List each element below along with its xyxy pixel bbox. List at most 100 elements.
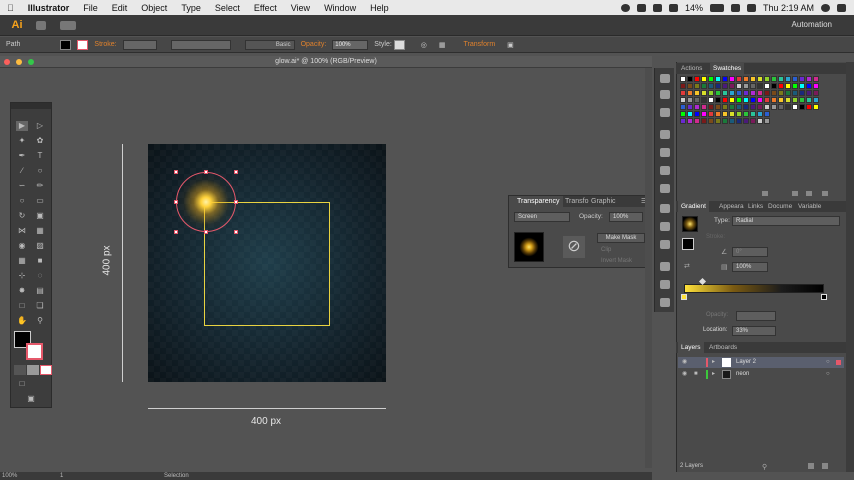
gradient-location-field[interactable]: 33% — [732, 326, 776, 336]
perspective-grid-tool-icon[interactable]: ▨ — [34, 241, 46, 251]
color-swatch[interactable] — [764, 104, 770, 110]
color-swatch[interactable] — [715, 97, 721, 103]
selection-handle[interactable] — [234, 230, 238, 234]
object-thumbnail[interactable] — [514, 232, 544, 262]
menu-view[interactable]: View — [284, 3, 317, 13]
clock[interactable]: Thu 2:19 AM — [763, 3, 814, 13]
color-swatch[interactable] — [771, 83, 777, 89]
opentype-panel-icon[interactable] — [660, 298, 670, 307]
hand-tool-icon[interactable]: ✋ — [16, 316, 28, 326]
color-mode-icon[interactable] — [14, 365, 26, 375]
color-swatch[interactable] — [701, 111, 707, 117]
pathfinder-panel-icon[interactable] — [660, 240, 670, 249]
menu-object[interactable]: Object — [134, 3, 174, 13]
tools-panel-header[interactable] — [11, 103, 51, 109]
isolate-icon[interactable]: ▣ — [507, 41, 514, 49]
color-swatch[interactable] — [680, 76, 686, 82]
color-swatch[interactable] — [729, 118, 735, 124]
color-swatch[interactable] — [764, 83, 770, 89]
menu-edit[interactable]: Edit — [105, 3, 135, 13]
color-swatch[interactable] — [764, 97, 770, 103]
layer-row-layer-2[interactable]: ◉ ▸ Layer 2 ○ — [678, 357, 844, 368]
shape-builder-tool-icon[interactable]: ◉ — [16, 241, 28, 251]
color-swatch[interactable] — [708, 90, 714, 96]
color-swatch[interactable] — [771, 76, 777, 82]
color-swatch[interactable] — [708, 104, 714, 110]
gradient-stop-black[interactable] — [821, 294, 827, 300]
current-tool-status[interactable]: Selection — [164, 472, 189, 480]
color-swatch[interactable] — [799, 104, 805, 110]
visibility-eye-icon[interactable]: ◉ — [682, 357, 687, 368]
gradient-type-dropdown[interactable]: Radial — [732, 216, 840, 226]
color-swatch[interactable] — [764, 76, 770, 82]
color-swatch[interactable] — [750, 83, 756, 89]
color-swatch[interactable] — [743, 90, 749, 96]
symbols-panel-icon[interactable] — [660, 130, 670, 139]
blend-tool-icon[interactable]: ◌ — [34, 271, 46, 281]
color-swatch[interactable] — [701, 83, 707, 89]
arrange-documents-icon[interactable] — [60, 21, 76, 30]
color-swatch[interactable] — [715, 90, 721, 96]
color-swatch[interactable] — [736, 83, 742, 89]
color-swatch[interactable] — [743, 76, 749, 82]
locate-object-icon[interactable]: ⚲ — [762, 463, 767, 471]
color-swatch[interactable] — [750, 90, 756, 96]
zoom-level[interactable]: 100% — [2, 472, 17, 480]
spotlight-icon[interactable] — [821, 3, 830, 12]
swatch-library-icon[interactable] — [762, 191, 768, 196]
recolor-icon[interactable]: ◎ — [421, 41, 427, 49]
rotate-tool-icon[interactable]: ↻ — [16, 211, 28, 221]
color-swatch[interactable] — [799, 76, 805, 82]
apple-icon[interactable]:  — [0, 3, 21, 13]
color-swatch[interactable] — [722, 83, 728, 89]
transparency-opacity-field[interactable]: 100% — [609, 212, 643, 222]
gradient-slider[interactable] — [684, 284, 824, 293]
color-swatch[interactable] — [743, 104, 749, 110]
gradient-preview-swatch[interactable] — [682, 216, 698, 232]
selection-handle[interactable] — [204, 230, 208, 234]
lasso-tool-icon[interactable]: ✿ — [34, 136, 46, 146]
pen-tool-icon[interactable]: ✒ — [16, 151, 28, 161]
zoom-tool-icon[interactable]: ⚲ — [34, 316, 46, 326]
bridge-icon[interactable] — [36, 21, 46, 30]
blob-brush-tool-icon[interactable]: ○ — [16, 196, 28, 206]
transform-panel-icon[interactable] — [660, 204, 670, 213]
color-swatch[interactable] — [757, 118, 763, 124]
expand-triangle-icon[interactable]: ▸ — [712, 369, 715, 380]
align-panel-icon[interactable] — [660, 222, 670, 231]
color-swatch[interactable] — [687, 118, 693, 124]
color-swatch[interactable] — [680, 97, 686, 103]
tab-layers[interactable]: Layers — [678, 342, 704, 353]
stroke-swatch[interactable] — [77, 39, 89, 50]
color-swatch[interactable] — [750, 104, 756, 110]
symbol-sprayer-tool-icon[interactable]: ✸ — [16, 286, 28, 296]
visibility-eye-icon[interactable]: ◉ — [682, 369, 687, 380]
color-swatch[interactable] — [708, 118, 714, 124]
color-panel-icon[interactable] — [660, 74, 670, 83]
bluetooth-icon[interactable] — [652, 3, 662, 12]
color-swatch[interactable] — [694, 97, 700, 103]
color-swatch[interactable] — [722, 97, 728, 103]
gradient-tool-icon[interactable]: ■ — [34, 256, 46, 266]
selection-handle[interactable] — [174, 200, 178, 204]
color-swatch[interactable] — [736, 111, 742, 117]
color-swatch[interactable] — [722, 111, 728, 117]
color-swatch[interactable] — [687, 83, 693, 89]
color-swatch[interactable] — [785, 104, 791, 110]
clip-checkbox[interactable]: Clip — [601, 247, 611, 253]
color-swatch[interactable] — [743, 118, 749, 124]
color-swatch[interactable] — [687, 76, 693, 82]
color-swatch[interactable] — [680, 90, 686, 96]
color-swatch[interactable] — [729, 83, 735, 89]
color-swatch[interactable] — [722, 76, 728, 82]
record-icon[interactable] — [620, 3, 630, 12]
color-swatch[interactable] — [729, 76, 735, 82]
layer-name[interactable]: neon — [736, 369, 749, 380]
color-swatch[interactable] — [680, 104, 686, 110]
zoom-window-icon[interactable] — [28, 59, 34, 65]
color-swatch[interactable] — [771, 90, 777, 96]
color-swatch[interactable] — [722, 90, 728, 96]
color-swatch[interactable] — [715, 118, 721, 124]
layer-name[interactable]: Layer 2 — [736, 357, 756, 368]
expand-triangle-icon[interactable]: ▸ — [712, 357, 715, 368]
